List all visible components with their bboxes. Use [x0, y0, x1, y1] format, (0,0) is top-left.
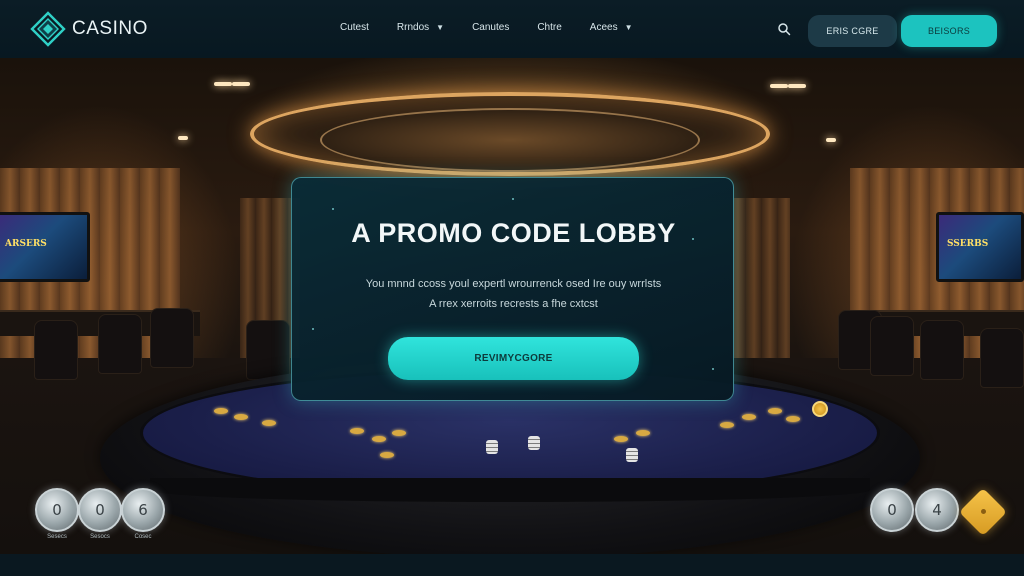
ceiling-spot-light [214, 82, 232, 86]
chevron-down-icon: ▼ [436, 23, 445, 32]
chip-stack [528, 436, 540, 450]
nav-item-label: Acees [589, 22, 618, 33]
ceiling-spot-light [232, 82, 250, 86]
sparkle-decoration [312, 328, 314, 330]
betting-chip [768, 408, 782, 414]
betting-chip [786, 416, 800, 422]
gold-token-icon [812, 401, 828, 417]
betting-chip [214, 408, 228, 414]
gaming-table-rail [150, 478, 870, 502]
ceiling-spot-light [788, 84, 806, 88]
sparkle-decoration [332, 208, 334, 210]
bar-stool [870, 316, 914, 376]
redeem-code-button[interactable]: REVIMYCGORE [388, 337, 639, 380]
register-button[interactable]: BEISORS [901, 15, 997, 47]
main-nav: Cutest Rrndos ▼ Canutes Chtre Acees ▼ [340, 22, 661, 33]
nav-item-acees[interactable]: Acees ▼ [590, 22, 633, 33]
diamond-logo-icon [30, 11, 66, 47]
bar-stool [34, 320, 78, 380]
chip-value: 4 [932, 501, 942, 519]
nav-item-label: Rrndos [396, 22, 430, 33]
bar-stool [150, 308, 194, 368]
nav-item-label: Cutest [340, 22, 369, 33]
nav-item-cutest[interactable]: Cutest [340, 22, 369, 33]
betting-chip [380, 452, 394, 458]
chip-caption: Cosec [134, 534, 152, 540]
betting-chip [720, 422, 734, 428]
betting-chip [372, 436, 386, 442]
bar-stool [980, 328, 1024, 388]
chevron-down-icon: ▼ [624, 23, 633, 32]
betting-chip [262, 420, 276, 426]
bar-stool [98, 314, 142, 374]
nav-item-rrndos[interactable]: Rrndos ▼ [397, 22, 444, 33]
wall-screen-text: SSERBS [947, 239, 989, 249]
nav-item-label: Chtre [537, 22, 562, 33]
bar-stool [920, 320, 964, 380]
chip-selector-right-1[interactable]: 0 [870, 488, 914, 532]
betting-chip [234, 414, 248, 420]
promo-description-line-2: A rrex xerroits recrests a fhe cxtcst [429, 298, 598, 310]
ceiling-spot-light [178, 136, 188, 140]
chip-value: 6 [138, 501, 148, 519]
promo-description-line-1: You mnnd ccoss youl expertl wrourrenck o… [365, 278, 662, 290]
chip-caption: Sesecs [47, 534, 67, 540]
ceiling-spot-light [770, 84, 788, 88]
chip-value: 0 [887, 501, 897, 519]
chip-caption: Sesocs [90, 534, 110, 540]
chip-value: 0 [95, 501, 105, 519]
wall-screen-left: ARSERS [0, 212, 90, 282]
chip-selector-left-2[interactable]: 0 [78, 488, 122, 532]
wall-screen-text: ARSERS [5, 239, 47, 249]
nav-item-chtre[interactable]: Chtre [537, 22, 561, 33]
chip-selector-left-1[interactable]: 0 [35, 488, 79, 532]
sparkle-decoration [712, 368, 714, 370]
chip-selector-left-3[interactable]: 6 [121, 488, 165, 532]
chip-stack [486, 440, 498, 454]
nav-item-canutes[interactable]: Canutes [472, 22, 509, 33]
top-header: CASINO Cutest Rrndos ▼ Canutes Chtre Ace… [0, 0, 1024, 58]
promo-title: A PROMO CODE LOBBY [351, 218, 676, 248]
ceiling-spot-light [826, 138, 836, 142]
bottom-bar [0, 554, 1024, 576]
ceiling-dome [320, 108, 700, 172]
sparkle-decoration [512, 198, 514, 200]
wall-panel-mid-right [730, 198, 790, 358]
logo-text: CASINO [72, 18, 148, 39]
brand-logo[interactable]: CASINO [30, 11, 148, 47]
nav-item-label: Canutes [472, 22, 510, 33]
chip-value: 0 [52, 501, 62, 519]
betting-chip [614, 436, 628, 442]
bar-stool [246, 320, 290, 380]
login-button[interactable]: ERIS CGRE [808, 15, 897, 47]
search-icon[interactable] [777, 22, 791, 36]
betting-chip [350, 428, 364, 434]
betting-chip [392, 430, 406, 436]
betting-chip [636, 430, 650, 436]
promo-code-card: A PROMO CODE LOBBY You mnnd ccoss youl e… [291, 177, 734, 401]
wall-screen-right: SSERBS [936, 212, 1024, 282]
betting-chip [742, 414, 756, 420]
chip-selector-right-2[interactable]: 4 [915, 488, 959, 532]
diamond-chip-dot [981, 509, 986, 514]
chip-stack [626, 448, 638, 462]
